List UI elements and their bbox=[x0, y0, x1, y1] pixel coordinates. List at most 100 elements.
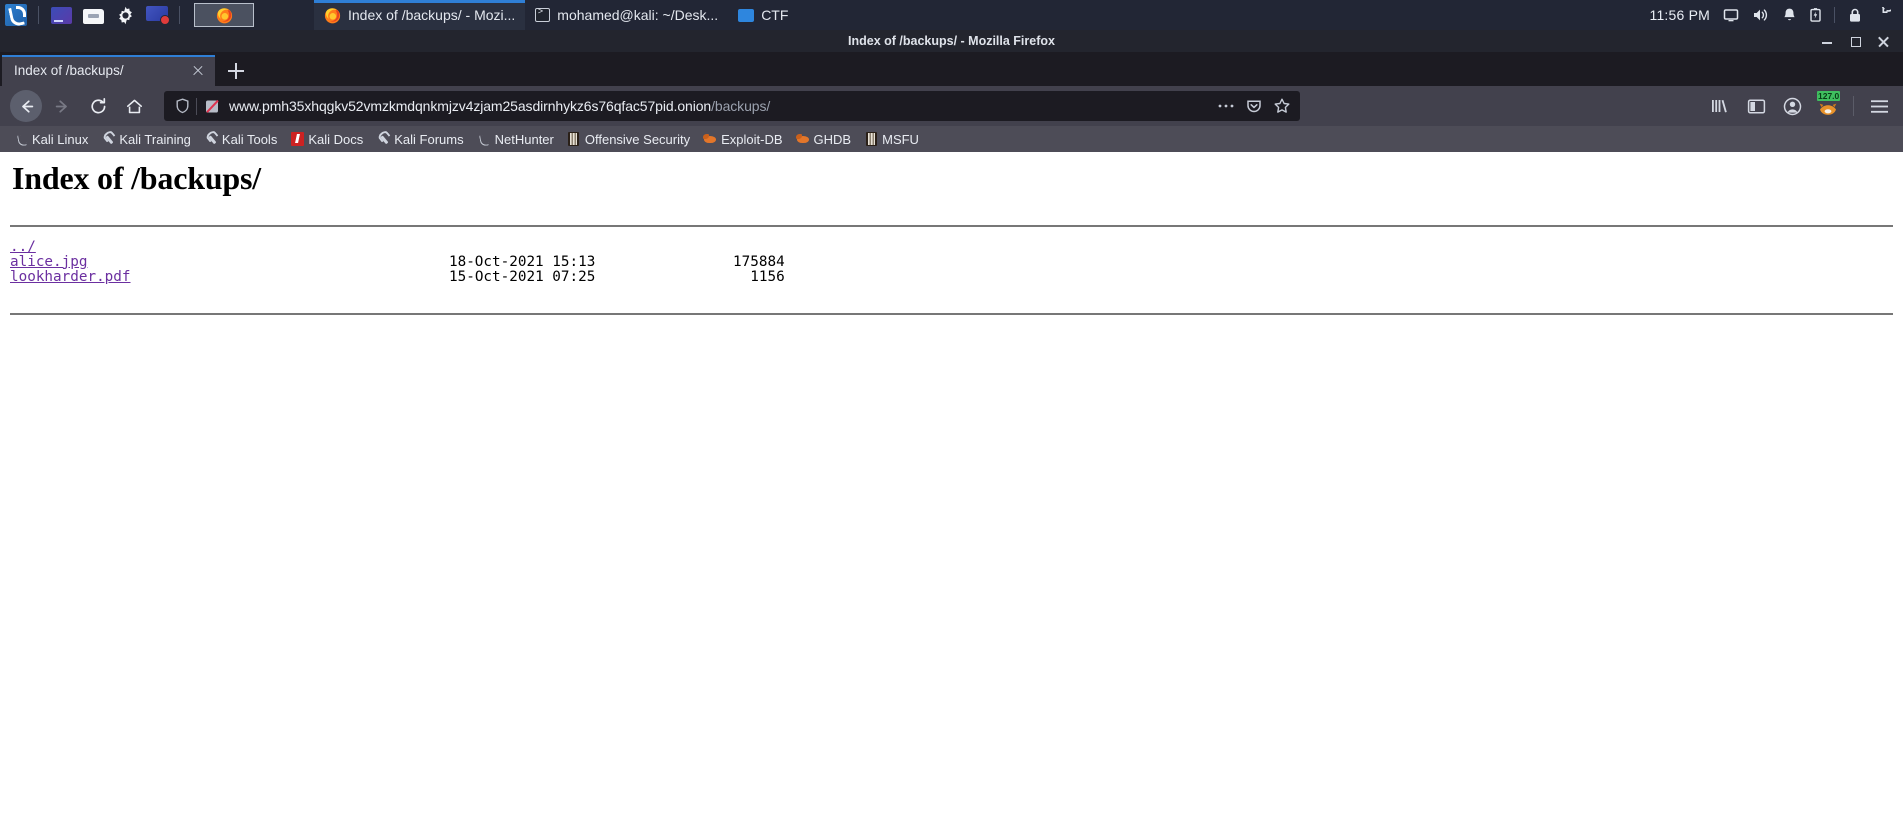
page-actions-ellipsis-icon[interactable] bbox=[1212, 93, 1240, 119]
window-titlebar: Index of /backups/ - Mozilla Firefox bbox=[0, 30, 1903, 52]
screen-recorder-launcher-icon[interactable] bbox=[144, 2, 170, 28]
bookmark-msfu[interactable]: MSFU bbox=[858, 130, 925, 149]
close-button[interactable] bbox=[1878, 36, 1889, 47]
bookmarks-toolbar: Kali Linux Kali Training Kali Tools Kali… bbox=[0, 126, 1903, 152]
bookmark-label: Kali Forums bbox=[394, 131, 464, 147]
maximize-button[interactable] bbox=[1850, 36, 1861, 47]
wrench-icon bbox=[376, 132, 390, 146]
logout-icon[interactable] bbox=[1875, 7, 1891, 23]
firefox-icon bbox=[216, 7, 233, 24]
taskbar-separator bbox=[179, 6, 180, 24]
battery-icon[interactable] bbox=[1810, 7, 1821, 23]
bookmark-label: MSFU bbox=[882, 131, 919, 147]
file-manager-launcher-icon[interactable] bbox=[80, 2, 106, 28]
url-host: www.pmh35xhqgkv52vmzkmdqnkmjzv4zjam25asd… bbox=[229, 98, 712, 114]
top-divider bbox=[10, 225, 1893, 227]
foxyproxy-extension-icon[interactable]: 127.0 bbox=[1812, 91, 1844, 121]
taskbar-window-label: Index of /backups/ - Mozi... bbox=[348, 7, 516, 23]
taskbar-window-list: Index of /backups/ - Mozi... mohamed@kal… bbox=[314, 0, 798, 30]
taskbar-window-terminal[interactable]: mohamed@kali: ~/Desk... bbox=[525, 0, 728, 30]
clock[interactable]: 11:56 PM bbox=[1650, 7, 1711, 23]
taskbar-window-ctf-folder[interactable]: CTF bbox=[728, 0, 798, 30]
bookmark-ghdb[interactable]: GHDB bbox=[790, 130, 858, 149]
firefox-window: Index of /backups/ - Mozilla Firefox Ind… bbox=[0, 30, 1903, 834]
taskbar-separator bbox=[38, 6, 39, 24]
taskbar-window-label: CTF bbox=[761, 7, 789, 23]
wrench-icon bbox=[204, 132, 218, 146]
library-icon[interactable] bbox=[1704, 91, 1736, 121]
bookmark-kali-docs[interactable]: Kali Docs bbox=[284, 130, 369, 149]
taskbar-launchers bbox=[0, 0, 186, 30]
toolbar-right-buttons: 127.0 bbox=[1704, 91, 1895, 121]
bookmark-nethunter[interactable]: NetHunter bbox=[471, 130, 560, 149]
desktop-taskbar: Index of /backups/ - Mozi... mohamed@kal… bbox=[0, 0, 1903, 30]
forward-button[interactable] bbox=[46, 90, 78, 122]
bookmark-label: Offensive Security bbox=[584, 131, 691, 147]
dragonfruit-icon bbox=[795, 132, 810, 146]
account-icon[interactable] bbox=[1776, 91, 1808, 121]
url-path: /backups/ bbox=[711, 98, 771, 114]
wrench-icon bbox=[101, 132, 115, 146]
bookmark-kali-linux[interactable]: Kali Linux bbox=[8, 130, 94, 149]
tab-index-of-backups[interactable]: Index of /backups/ bbox=[2, 55, 215, 86]
bookmark-label: GHDB bbox=[813, 131, 852, 147]
firefox-launcher-icon[interactable] bbox=[194, 3, 254, 27]
record-dot-icon bbox=[160, 15, 170, 25]
urlbar-divider bbox=[196, 97, 197, 115]
kali-menu-icon[interactable] bbox=[3, 2, 29, 28]
volume-icon[interactable] bbox=[1752, 7, 1769, 23]
notification-bell-icon[interactable] bbox=[1782, 7, 1797, 23]
tab-close-icon[interactable] bbox=[189, 62, 207, 80]
red-book-icon bbox=[290, 132, 304, 146]
bookmark-offensive-security[interactable]: Offensive Security bbox=[561, 130, 696, 149]
folder-icon bbox=[738, 8, 755, 22]
taskbar-window-label: mohamed@kali: ~/Desk... bbox=[557, 7, 719, 23]
back-button[interactable] bbox=[10, 90, 42, 122]
sidebar-icon[interactable] bbox=[1740, 91, 1772, 121]
bookmark-label: Kali Docs bbox=[308, 131, 364, 147]
terminal-icon bbox=[535, 7, 551, 22]
tab-strip: Index of /backups/ bbox=[0, 52, 1903, 86]
display-icon[interactable] bbox=[1723, 7, 1739, 23]
bookmark-kali-forums[interactable]: Kali Forums bbox=[370, 130, 469, 149]
kali-dragon-icon bbox=[14, 132, 28, 146]
bookmark-exploit-db[interactable]: Exploit-DB bbox=[697, 130, 788, 149]
home-button[interactable] bbox=[118, 90, 150, 122]
onion-site-icon[interactable] bbox=[204, 98, 221, 115]
system-tray: 11:56 PM bbox=[1650, 7, 1903, 23]
directory-entry-link[interactable]: lookharder.pdf bbox=[10, 269, 131, 285]
directory-listing: ../ alice.jpg 18-Oct-2021 15:13 175884 l… bbox=[10, 239, 785, 285]
bookmark-kali-tools[interactable]: Kali Tools bbox=[198, 130, 283, 149]
directory-entry-link[interactable]: alice.jpg bbox=[10, 254, 87, 270]
url-bar[interactable]: www.pmh35xhqgkv52vmzkmdqnkmjzv4zjam25asd… bbox=[164, 91, 1300, 121]
page-content: Index of /backups/ ../ alice.jpg 18-Oct-… bbox=[0, 152, 1903, 834]
save-to-pocket-icon[interactable] bbox=[1240, 93, 1268, 119]
page-title: Index of /backups/ bbox=[12, 160, 261, 196]
toolbar-separator bbox=[1853, 96, 1854, 116]
taskbar-window-firefox[interactable]: Index of /backups/ - Mozi... bbox=[314, 0, 526, 30]
navigation-toolbar: www.pmh35xhqgkv52vmzkmdqnkmjzv4zjam25asd… bbox=[0, 86, 1903, 126]
lock-screen-icon[interactable] bbox=[1848, 7, 1862, 23]
bottom-divider bbox=[10, 312, 1893, 315]
window-title: Index of /backups/ - Mozilla Firefox bbox=[848, 34, 1055, 48]
minimize-button[interactable] bbox=[1822, 36, 1833, 47]
pillar-icon bbox=[864, 132, 878, 146]
bookmark-label: Kali Training bbox=[119, 131, 191, 147]
directory-entry-link[interactable]: ../ bbox=[10, 239, 36, 255]
app-menu-hamburger-icon[interactable] bbox=[1863, 91, 1895, 121]
kali-dragon-icon bbox=[477, 132, 491, 146]
reload-button[interactable] bbox=[82, 90, 114, 122]
tracking-protection-shield-icon[interactable] bbox=[172, 96, 192, 116]
bookmark-star-icon[interactable] bbox=[1268, 93, 1296, 119]
bookmark-kali-training[interactable]: Kali Training bbox=[95, 130, 197, 149]
tab-label: Index of /backups/ bbox=[14, 63, 124, 78]
bookmark-label: Kali Linux bbox=[32, 131, 89, 147]
new-tab-button[interactable] bbox=[221, 56, 251, 86]
dragonfruit-icon bbox=[703, 132, 717, 146]
window-controls bbox=[1822, 36, 1903, 47]
tray-separator bbox=[1834, 7, 1835, 23]
url-text: www.pmh35xhqgkv52vmzkmdqnkmjzv4zjam25asd… bbox=[229, 98, 1212, 114]
settings-launcher-icon[interactable] bbox=[112, 2, 138, 28]
terminal-launcher-icon[interactable] bbox=[48, 2, 74, 28]
extension-badge: 127.0 bbox=[1817, 91, 1841, 101]
